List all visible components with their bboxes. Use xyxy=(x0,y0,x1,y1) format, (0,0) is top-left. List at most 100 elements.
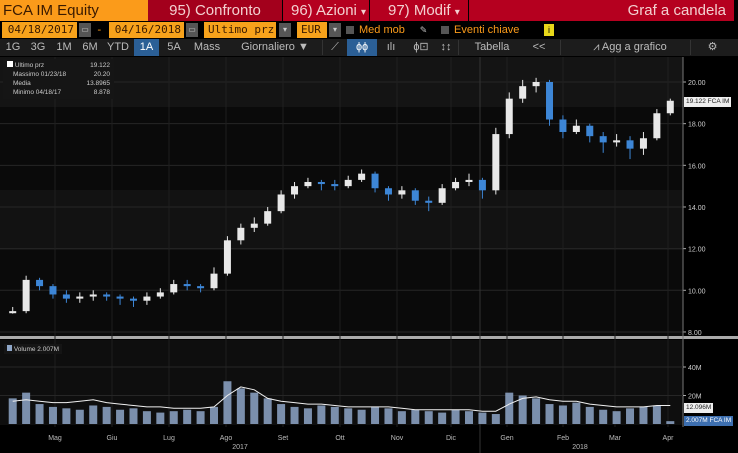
candle-up xyxy=(277,194,285,212)
chevron-down-icon[interactable]: ▾ xyxy=(279,23,291,37)
candle-down xyxy=(371,173,379,189)
candle-down xyxy=(197,286,205,289)
candle-up xyxy=(452,181,460,189)
x-tick-label: Mag xyxy=(48,435,62,442)
volume-bar xyxy=(290,406,299,424)
volume-bar xyxy=(89,405,98,424)
candle-down xyxy=(116,296,124,299)
candle-up xyxy=(170,284,178,293)
actions-menu[interactable]: 96) Azioni ▾ xyxy=(283,0,369,21)
volume-bar xyxy=(169,411,178,424)
candle-down xyxy=(62,294,70,299)
period-mass[interactable]: Mass xyxy=(190,39,224,56)
candle-up xyxy=(291,186,299,195)
collapse-button[interactable]: << xyxy=(525,39,553,56)
period-ytd[interactable]: YTD xyxy=(104,39,132,56)
add-to-chart-button[interactable]: ⩘ Agg a grafico xyxy=(570,39,690,56)
volume-bar xyxy=(599,409,608,424)
candle-up xyxy=(89,294,97,297)
year-label: 2017 xyxy=(232,444,248,451)
year-label: 2018 xyxy=(572,444,588,451)
chart-canvas: 20.00 18.00 16.00 14.00 12.00 10.00 8.00 Mag Giu… xyxy=(0,57,738,453)
frequency-select[interactable]: Giornaliero ▼ xyxy=(230,39,320,56)
volume-bar xyxy=(371,406,380,424)
period-1m[interactable]: 1M xyxy=(52,39,76,56)
candle-up xyxy=(264,211,272,224)
candle-chart-icon[interactable]: ɸɸ xyxy=(347,39,377,56)
volume-legend: Volume 2.007M xyxy=(4,344,62,354)
gear-icon[interactable]: ⚙ xyxy=(695,39,730,56)
moving-avg-checkbox[interactable] xyxy=(346,26,354,34)
volume-bar xyxy=(102,406,111,424)
panel-divider xyxy=(0,336,738,339)
candle-up xyxy=(639,138,647,149)
candle-up xyxy=(398,190,406,195)
candle-up xyxy=(156,292,164,297)
volume-bar xyxy=(626,408,635,424)
volume-bar xyxy=(464,411,473,424)
ohlc-icon[interactable]: ɸ⊡ xyxy=(410,39,432,56)
candle-up xyxy=(9,311,17,314)
legend-row: Ultimo prz 19.122 xyxy=(7,61,110,70)
field-select[interactable]: Ultimo prz xyxy=(204,22,276,38)
y-tick-label: 12.00 xyxy=(688,247,706,254)
legend-value: 19.122 xyxy=(90,62,110,69)
candle-down xyxy=(599,136,607,143)
high-low-icon[interactable]: ↕↕ xyxy=(436,39,456,56)
volume-bar xyxy=(532,398,541,424)
volume-bar xyxy=(451,409,460,424)
bar-chart-icon[interactable]: ılı xyxy=(380,39,402,56)
period-1g[interactable]: 1G xyxy=(2,39,24,56)
currency-select[interactable]: EUR xyxy=(297,22,327,38)
volume-bar xyxy=(652,405,661,424)
key-events-checkbox[interactable] xyxy=(441,26,449,34)
candle-down xyxy=(626,140,634,149)
compare-button[interactable]: 95) Confronto xyxy=(148,0,282,21)
candle-up xyxy=(76,296,84,299)
modify-menu[interactable]: 97) Modif ▾ xyxy=(370,0,468,21)
ticker-field[interactable]: FCA IM Equity xyxy=(0,0,148,21)
period-5a[interactable]: 5A xyxy=(162,39,186,56)
volume-bar xyxy=(639,406,648,424)
key-events-label: Eventi chiave xyxy=(454,24,520,36)
chevron-down-icon: ▾ xyxy=(361,7,367,18)
chart-type-title: Graf a candela xyxy=(469,0,734,21)
candle-up xyxy=(22,279,30,312)
volume-bar xyxy=(263,398,272,424)
pencil-icon[interactable]: ✎ xyxy=(420,22,427,38)
period-3g[interactable]: 3G xyxy=(26,39,50,56)
line-chart-icon[interactable]: ⟋ xyxy=(324,39,346,56)
volume-bar xyxy=(116,409,125,424)
table-button[interactable]: Tabella xyxy=(462,39,522,56)
candle-down xyxy=(478,179,486,191)
volume-bar xyxy=(183,409,192,424)
candle-down xyxy=(425,200,433,203)
legend-label: Minimo 04/18/17 xyxy=(13,89,62,96)
period-6m[interactable]: 6M xyxy=(78,39,102,56)
volume-bar xyxy=(303,408,312,424)
candle-down xyxy=(384,188,392,195)
price-band xyxy=(0,190,683,250)
period-1a[interactable]: 1A xyxy=(134,39,159,56)
candle-up xyxy=(492,134,500,191)
x-tick-label: Set xyxy=(278,435,289,442)
candle-down xyxy=(103,294,111,297)
chevron-down-icon[interactable]: ▾ xyxy=(329,23,341,37)
candle-down xyxy=(129,298,137,301)
start-date-input[interactable]: 04/18/2017 xyxy=(2,22,77,38)
candle-down xyxy=(36,279,44,287)
volume-bar xyxy=(666,421,675,424)
candle-up xyxy=(250,223,258,228)
volume-bar xyxy=(558,405,567,424)
last-volume-tag: 2.007M FCA IM xyxy=(684,416,734,426)
end-date-input[interactable]: 04/16/2018 xyxy=(109,22,184,38)
legend-label: Media xyxy=(13,80,31,87)
volume-bar xyxy=(210,406,219,424)
x-tick-label: Ago xyxy=(220,435,233,442)
x-tick-label: Ott xyxy=(335,435,344,442)
calendar-icon[interactable]: ▭ xyxy=(79,23,91,37)
candle-down xyxy=(559,119,567,132)
volume-bar xyxy=(22,392,31,424)
calendar-icon[interactable]: ▭ xyxy=(186,23,198,37)
info-icon[interactable]: i xyxy=(544,24,554,36)
